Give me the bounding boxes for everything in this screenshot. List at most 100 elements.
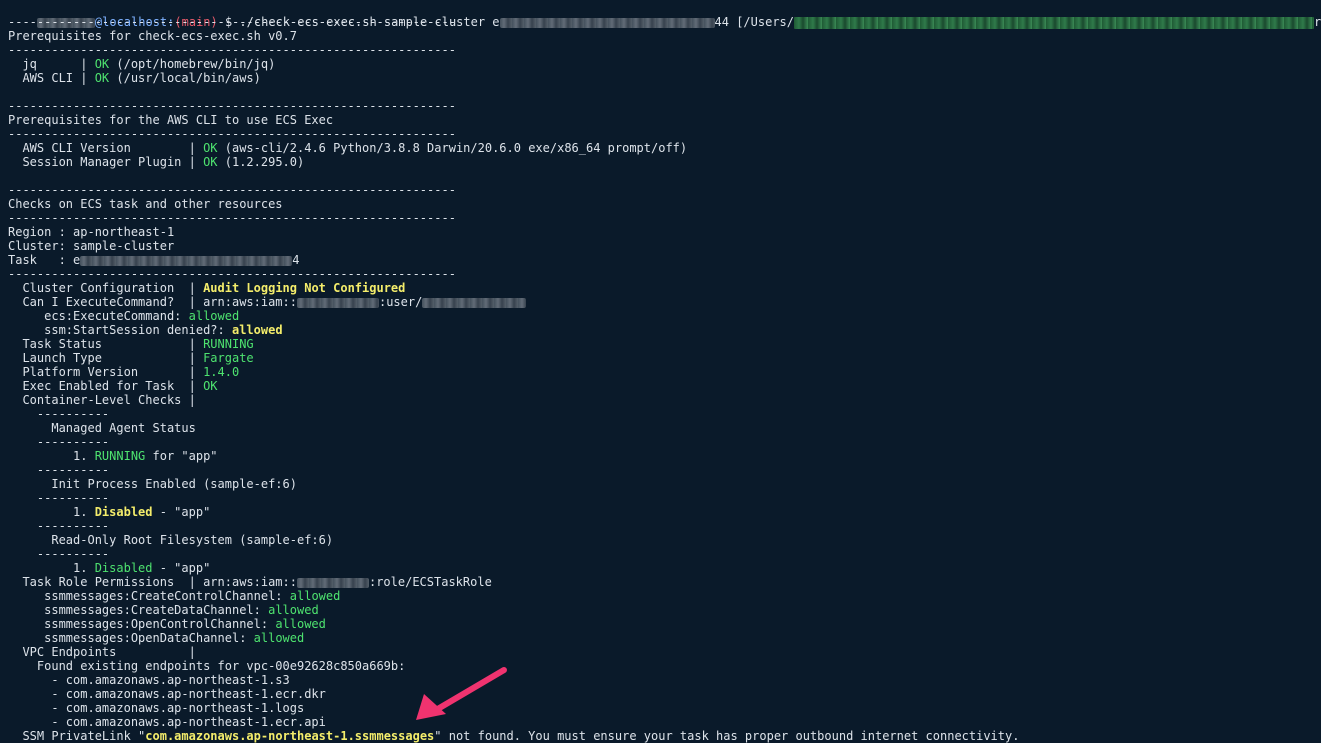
task-role-tail: :role/ECSTaskRole bbox=[368, 575, 492, 589]
managed-agent-title: Managed Agent Status bbox=[8, 421, 196, 435]
perm-label: ssmmessages:CreateDataChannel: bbox=[8, 603, 269, 617]
cluster-config-row: Cluster Configuration | Audit Logging No… bbox=[8, 281, 405, 295]
jq-label: jq | bbox=[8, 57, 95, 71]
list-index: 1. bbox=[8, 561, 95, 575]
exec-enabled-label: Exec Enabled for Task | bbox=[8, 379, 204, 393]
cluster-config-label: Cluster Configuration | bbox=[8, 281, 204, 295]
platform-row: Platform Version | 1.4.0 bbox=[8, 365, 239, 379]
endpoint-item: - com.amazonaws.ap-northeast-1.ecr.api bbox=[8, 715, 326, 729]
readonly-root-status: Disabled bbox=[94, 561, 153, 575]
launch-type-value: Fargate bbox=[203, 351, 254, 365]
smp-status: OK bbox=[203, 155, 218, 169]
redacted-user bbox=[422, 297, 527, 308]
launch-type-label: Launch Type | bbox=[8, 351, 204, 365]
perm-value: allowed bbox=[275, 617, 326, 631]
sub-separator: ---------- bbox=[8, 547, 110, 561]
list-index: 1. bbox=[8, 505, 95, 519]
separator: ----------------------------------------… bbox=[8, 15, 456, 29]
prompt-path-end: r] bbox=[1314, 15, 1321, 29]
task-status-label: Task Status | bbox=[8, 337, 204, 351]
task-role-row: Task Role Permissions | arn:aws:iam:::ro… bbox=[8, 575, 492, 589]
ssm-privatelink-prefix: SSM PrivateLink " bbox=[8, 729, 146, 743]
prereq-title: Prerequisites for check-ecs-exec.sh v0.7 bbox=[8, 29, 297, 43]
managed-agent-container: for "app" bbox=[145, 449, 218, 463]
sub-separator: ---------- bbox=[8, 407, 110, 421]
redacted-path bbox=[794, 16, 1314, 29]
awscli-path: (/usr/local/bin/aws) bbox=[109, 71, 261, 85]
endpoint-item: - com.amazonaws.ap-northeast-1.logs bbox=[8, 701, 305, 715]
can-exec-mid: :user/ bbox=[378, 295, 423, 309]
redacted-account bbox=[296, 297, 379, 308]
endpoint-item: - com.amazonaws.ap-northeast-1.ecr.dkr bbox=[8, 687, 326, 701]
managed-agent-status: RUNNING bbox=[94, 449, 146, 463]
prompt-line: @localhost:(main) $ ./check-ecs-exec.sh … bbox=[8, 1, 1321, 29]
awscli-status: OK bbox=[94, 71, 110, 85]
region-row: Region : ap-northeast-1 bbox=[8, 225, 175, 239]
jq-path: (/opt/homebrew/bin/jq) bbox=[109, 57, 276, 71]
awsprereq-title: Prerequisites for the AWS CLI to use ECS… bbox=[8, 113, 334, 127]
awsver-detail: (aws-cli/2.4.6 Python/3.8.8 Darwin/20.6.… bbox=[217, 141, 688, 155]
list-index: 1. bbox=[8, 449, 95, 463]
perm-row: ssmmessages:CreateDataChannel: allowed bbox=[8, 603, 319, 617]
smp-row: Session Manager Plugin | OK (1.2.295.0) bbox=[8, 155, 304, 169]
perm-row: ssmmessages:OpenControlChannel: allowed bbox=[8, 617, 326, 631]
container-checks-row: Container-Level Checks | bbox=[8, 393, 196, 407]
awscli-label: AWS CLI | bbox=[8, 71, 95, 85]
can-exec-label: Can I ExecuteCommand? | arn:aws:iam:: bbox=[8, 295, 297, 309]
redacted-account bbox=[296, 577, 369, 588]
ssm-privatelink-row: SSM PrivateLink "com.amazonaws.ap-northe… bbox=[8, 729, 1019, 743]
separator: ----------------------------------------… bbox=[8, 183, 456, 197]
exec-enabled-row: Exec Enabled for Task | OK bbox=[8, 379, 218, 393]
ecs-exec-value: allowed bbox=[188, 309, 240, 323]
separator: ----------------------------------------… bbox=[8, 43, 456, 57]
task-status-row: Task Status | RUNNING bbox=[8, 337, 253, 351]
awscli-row: AWS CLI | OK (/usr/local/bin/aws) bbox=[8, 71, 261, 85]
awsver-status: OK bbox=[203, 141, 218, 155]
perm-label: ssmmessages:OpenDataChannel: bbox=[8, 631, 254, 645]
init-process-item: 1. Disabled - "app" bbox=[8, 505, 210, 519]
awsver-row: AWS CLI Version | OK (aws-cli/2.4.6 Pyth… bbox=[8, 141, 687, 155]
perm-value: allowed bbox=[289, 589, 341, 603]
separator: ----------------------------------------… bbox=[8, 211, 456, 225]
exec-enabled-value: OK bbox=[203, 379, 218, 393]
smp-detail: (1.2.295.0) bbox=[217, 155, 305, 169]
ssm-privatelink-message: " not found. You must ensure your task h… bbox=[434, 729, 1020, 743]
ssm-start-value: allowed bbox=[231, 323, 283, 337]
platform-value: 1.4.0 bbox=[203, 365, 240, 379]
readonly-root-container: - "app" bbox=[152, 561, 211, 575]
perm-row: ssmmessages:OpenDataChannel: allowed bbox=[8, 631, 304, 645]
perm-label: ssmmessages:CreateControlChannel: bbox=[8, 589, 290, 603]
init-process-container: - "app" bbox=[152, 505, 211, 519]
cluster-row: Cluster: sample-cluster bbox=[8, 239, 175, 253]
perm-value: allowed bbox=[253, 631, 305, 645]
vpc-endpoints-row: VPC Endpoints | bbox=[8, 645, 196, 659]
ssm-privatelink-name: com.amazonaws.ap-northeast-1.ssmmessages bbox=[145, 729, 435, 743]
ssm-start-label: ssm:StartSession denied?: bbox=[8, 323, 232, 337]
task-tail: 4 bbox=[292, 253, 300, 267]
perm-label: ssmmessages:OpenControlChannel: bbox=[8, 617, 276, 631]
smp-label: Session Manager Plugin | bbox=[8, 155, 204, 169]
sub-separator: ---------- bbox=[8, 463, 110, 477]
perm-row: ssmmessages:CreateControlChannel: allowe… bbox=[8, 589, 340, 603]
jq-row: jq | OK (/opt/homebrew/bin/jq) bbox=[8, 57, 275, 71]
ecs-exec-label: ecs:ExecuteCommand: bbox=[8, 309, 189, 323]
readonly-root-title: Read-Only Root Filesystem (sample-ef:6) bbox=[8, 533, 334, 547]
redacted-task-id bbox=[499, 17, 715, 28]
ssm-start-row: ssm:StartSession denied?: allowed bbox=[8, 323, 283, 337]
platform-label: Platform Version | bbox=[8, 365, 204, 379]
sub-separator: ---------- bbox=[8, 491, 110, 505]
can-exec-row: Can I ExecuteCommand? | arn:aws:iam:::us… bbox=[8, 295, 527, 309]
launch-type-row: Launch Type | Fargate bbox=[8, 351, 254, 365]
awsver-label: AWS CLI Version | bbox=[8, 141, 204, 155]
perm-value: allowed bbox=[268, 603, 319, 617]
terminal-window[interactable]: @localhost:(main) $ ./check-ecs-exec.sh … bbox=[0, 0, 1321, 743]
separator: ----------------------------------------… bbox=[8, 267, 456, 281]
sub-separator: ---------- bbox=[8, 519, 110, 533]
ecs-exec-row: ecs:ExecuteCommand: allowed bbox=[8, 309, 239, 323]
task-label: Task : e bbox=[8, 253, 81, 267]
separator: ----------------------------------------… bbox=[8, 99, 456, 113]
init-process-title: Init Process Enabled (sample-ef:6) bbox=[8, 477, 297, 491]
task-row: Task : e 4 bbox=[8, 253, 299, 267]
task-role-label: Task Role Permissions | arn:aws:iam:: bbox=[8, 575, 297, 589]
sub-separator: ---------- bbox=[8, 435, 110, 449]
